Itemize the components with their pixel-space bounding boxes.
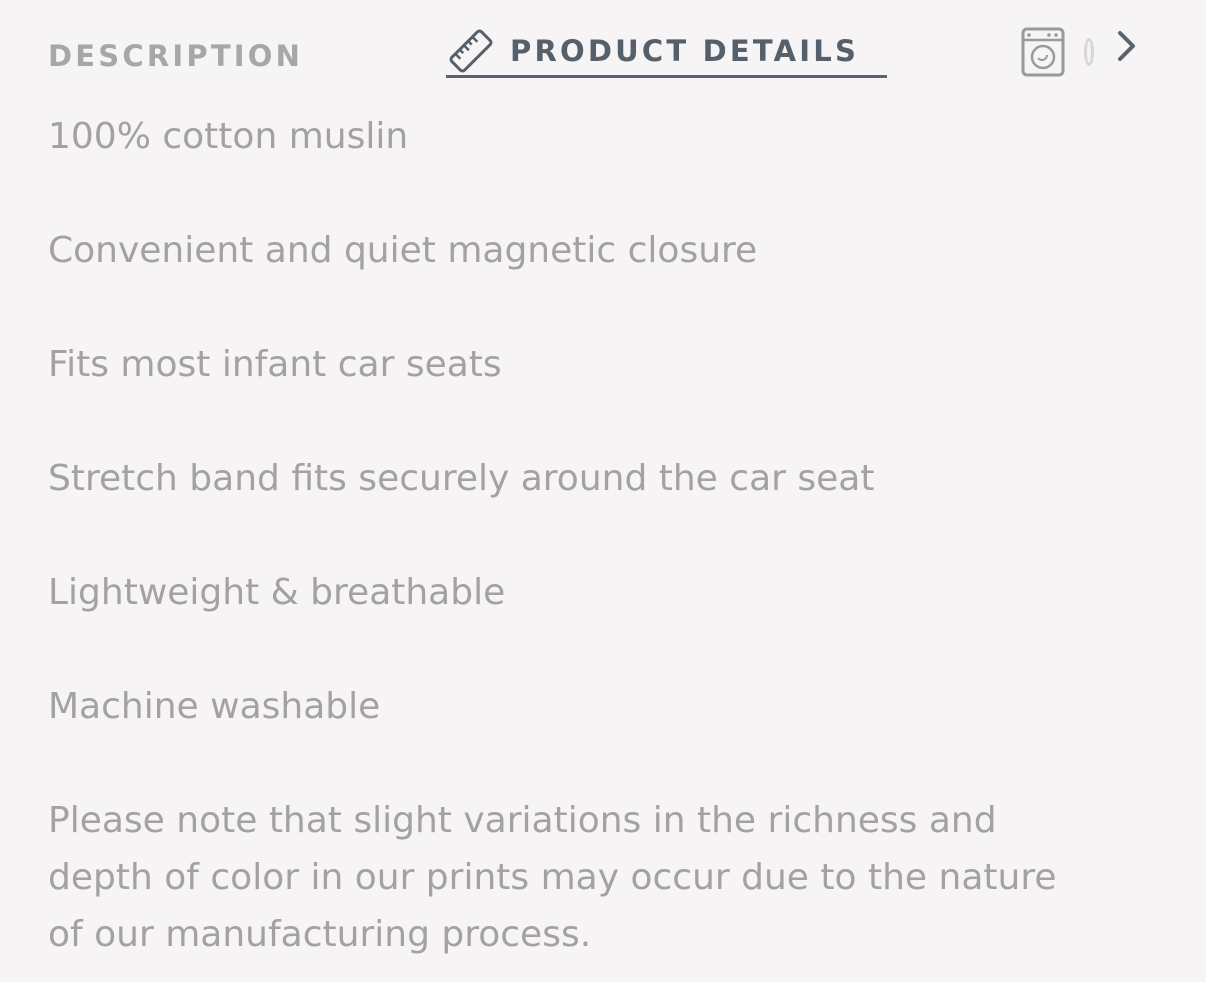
- detail-item: 100% cotton muslin: [48, 116, 409, 157]
- washing-machine-icon: [1020, 27, 1066, 82]
- tab-description-label: DESCRIPTION: [48, 39, 304, 73]
- ruler-icon: [446, 26, 496, 76]
- partial-tab-icon: [1084, 38, 1094, 66]
- chevron-right-icon: [1114, 29, 1138, 68]
- tab-partial[interactable]: [1084, 36, 1094, 66]
- product-details-panel: 100% cotton muslin Convenient and quiet …: [48, 108, 1088, 982]
- tab-description[interactable]: DESCRIPTION: [48, 36, 303, 76]
- tab-product-details[interactable]: PRODUCT DETAILS: [446, 26, 887, 78]
- detail-item: Convenient and quiet magnetic closure: [48, 230, 758, 271]
- detail-item: Stretch band fits securely around the ca…: [48, 458, 875, 499]
- detail-item: Lightweight & breathable: [48, 572, 506, 613]
- color-variation-note: Please note that slight variations in th…: [48, 800, 1057, 955]
- tab-bar: DESCRIPTION PRODUCT DETAILS: [0, 0, 1206, 100]
- detail-item: Fits most infant car seats: [48, 344, 502, 385]
- tab-care[interactable]: [1018, 27, 1068, 82]
- detail-item: Machine washable: [48, 686, 381, 727]
- tab-product-details-label: PRODUCT DETAILS: [510, 33, 860, 68]
- next-tab-button[interactable]: [1108, 28, 1144, 68]
